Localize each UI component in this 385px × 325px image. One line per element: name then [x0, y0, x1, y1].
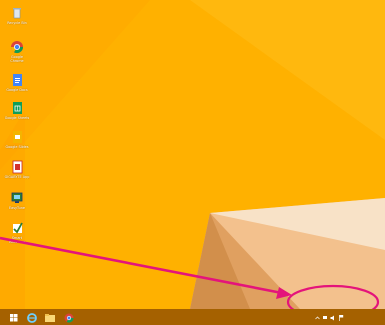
taskbar-chrome[interactable] [62, 311, 76, 323]
file-explorer-icon [45, 314, 55, 322]
tray-flag[interactable] [338, 311, 344, 323]
chevron-up-icon [315, 316, 320, 320]
annotation-overlay [0, 236, 380, 320]
annotation-arrow-line [0, 236, 283, 295]
tray-expand-button[interactable] [315, 311, 320, 323]
windows-logo-icon [10, 314, 18, 322]
taskbar [0, 309, 385, 325]
taskbar-internet-explorer[interactable] [25, 311, 39, 323]
desktop-screen: Recycle Bin Google Chrome Google Docs Go… [0, 0, 385, 325]
internet-explorer-icon [27, 313, 37, 323]
start-button[interactable] [7, 311, 21, 323]
tray-network[interactable] [322, 311, 328, 323]
network-icon [323, 316, 327, 319]
chrome-taskbar-icon [64, 313, 74, 323]
tray-volume[interactable] [330, 311, 336, 323]
speaker-icon [330, 315, 334, 321]
action-center-flag-icon [339, 315, 344, 321]
taskbar-file-explorer[interactable] [43, 311, 57, 323]
